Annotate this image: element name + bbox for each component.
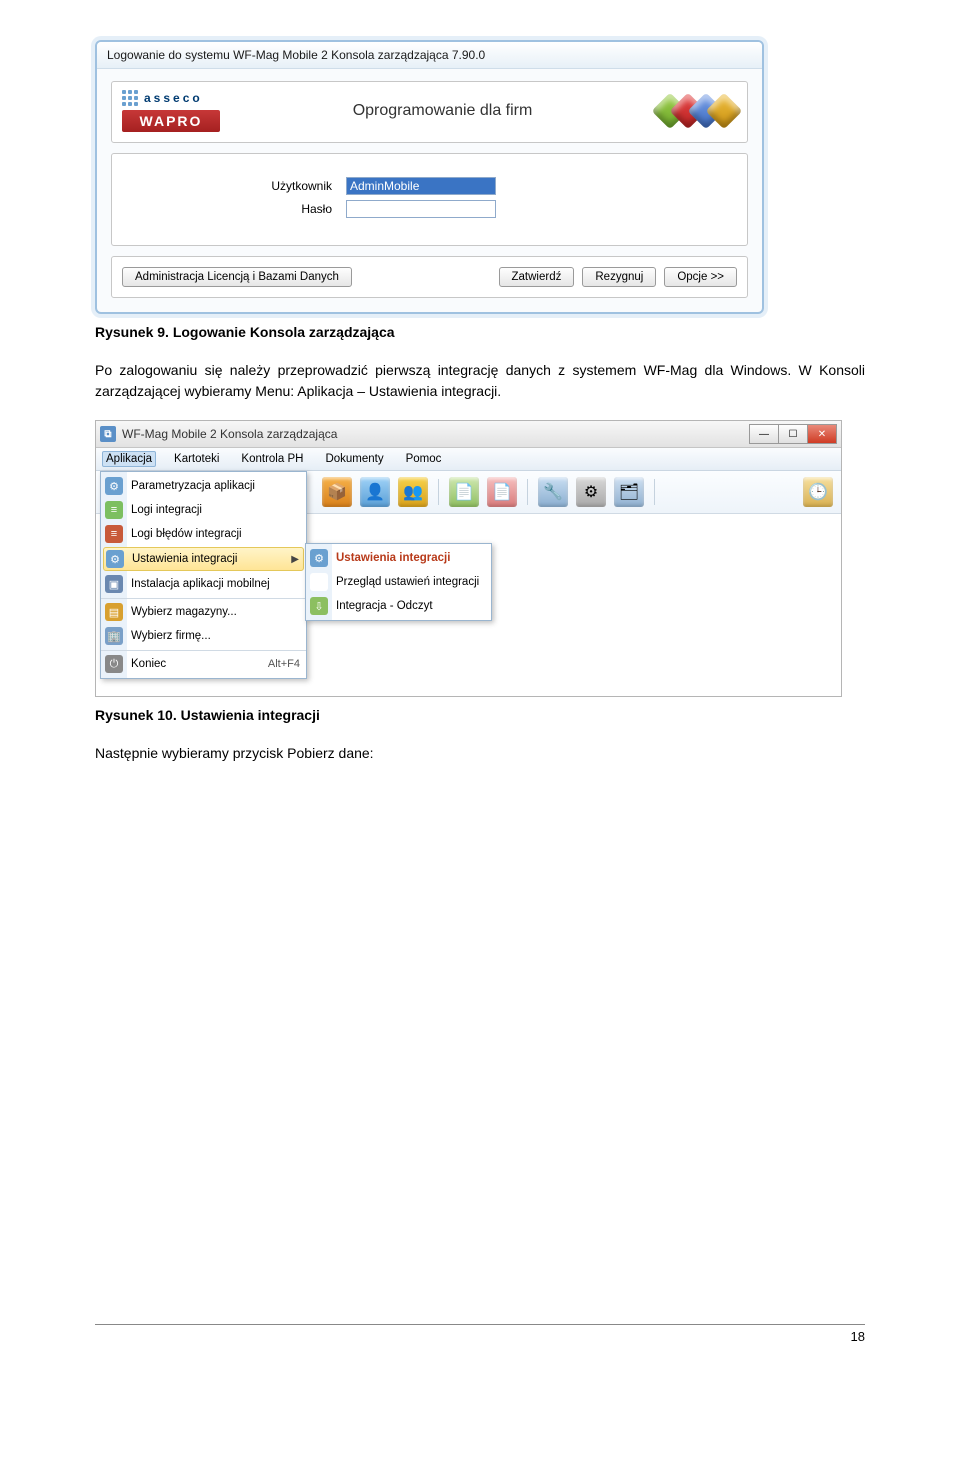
toolbar-icon[interactable]: ⚙ bbox=[576, 477, 606, 507]
company-icon: 🏢 bbox=[105, 627, 123, 645]
options-button[interactable]: Opcje >> bbox=[664, 267, 737, 287]
menu-item-koniec[interactable]: ⏻ Koniec Alt+F4 bbox=[101, 650, 306, 676]
menu-item-wybierz-magazyny[interactable]: ▤ Wybierz magazyny... bbox=[101, 598, 306, 624]
page-footer: 18 bbox=[95, 1324, 865, 1344]
admin-db-button[interactable]: Administracja Licencją i Bazami Danych bbox=[122, 267, 352, 287]
toolbar-icon[interactable]: 👥 bbox=[398, 477, 428, 507]
menu-item-logi-integracji[interactable]: ≡ Logi integracji bbox=[101, 498, 306, 522]
password-label: Hasło bbox=[132, 202, 346, 216]
app-icon: ⧉ bbox=[100, 426, 116, 442]
gear-icon: ⚙ bbox=[105, 477, 123, 495]
page-number: 18 bbox=[851, 1329, 865, 1344]
log-icon: ≡ bbox=[105, 501, 123, 519]
figure-caption-9: Rysunek 9. Logowanie Konsola zarządzając… bbox=[95, 324, 865, 340]
login-titlebar: Logowanie do systemu WF-Mag Mobile 2 Kon… bbox=[97, 42, 762, 69]
login-dialog-screenshot: Logowanie do systemu WF-Mag Mobile 2 Kon… bbox=[95, 40, 764, 314]
close-button[interactable]: ✕ bbox=[808, 424, 837, 444]
wapro-logo: WAPRO bbox=[122, 110, 220, 132]
console-titlebar: ⧉ WF-Mag Mobile 2 Konsola zarządzająca —… bbox=[96, 421, 841, 448]
console-title: WF-Mag Mobile 2 Konsola zarządzająca bbox=[122, 427, 749, 441]
console-screenshot: ⧉ WF-Mag Mobile 2 Konsola zarządzająca —… bbox=[95, 420, 842, 697]
toolbar-icon[interactable]: 🕒 bbox=[803, 477, 833, 507]
login-banner: asseco WAPRO Oprogramowanie dla firm bbox=[111, 81, 748, 143]
toolbar-icon[interactable]: 🗂 bbox=[614, 477, 644, 507]
console-menubar: Aplikacja Kartoteki Kontrola PH Dokument… bbox=[96, 448, 841, 471]
toolbar-icon[interactable]: 🔧 bbox=[538, 477, 568, 507]
submenu-item-odczyt[interactable]: ⇩ Integracja - Odczyt bbox=[306, 594, 491, 618]
login-button-bar: Administracja Licencją i Bazami Danych Z… bbox=[111, 256, 748, 298]
user-label: Użytkownik bbox=[132, 179, 346, 193]
menu-pomoc[interactable]: Pomoc bbox=[402, 451, 446, 467]
login-form: Użytkownik Hasło bbox=[111, 153, 748, 246]
submenu-title: ⚙ Ustawienia integracji bbox=[306, 546, 491, 570]
brand-block: asseco WAPRO bbox=[122, 90, 220, 132]
ustawienia-integracji-submenu: ⚙ Ustawienia integracji Przegląd ustawie… bbox=[305, 543, 492, 621]
read-icon: ⇩ bbox=[310, 597, 328, 615]
minimize-button[interactable]: — bbox=[749, 424, 779, 444]
menu-kartoteki[interactable]: Kartoteki bbox=[170, 451, 223, 467]
banner-tagline: Oprogramowanie dla firm bbox=[250, 102, 635, 120]
maximize-button[interactable]: ☐ bbox=[779, 424, 808, 444]
toolbar-icon[interactable]: 👤 bbox=[360, 477, 390, 507]
password-input[interactable] bbox=[346, 200, 496, 218]
confirm-button[interactable]: Zatwierdź bbox=[499, 267, 575, 287]
figure-caption-10: Rysunek 10. Ustawienia integracji bbox=[95, 707, 865, 723]
user-input[interactable] bbox=[346, 177, 496, 195]
install-icon: ▣ bbox=[105, 575, 123, 593]
settings-icon: ⚙ bbox=[106, 550, 124, 568]
menu-item-ustawienia-integracji[interactable]: ⚙ Ustawienia integracji ▶ bbox=[103, 547, 304, 571]
settings-icon: ⚙ bbox=[310, 549, 328, 567]
cancel-button[interactable]: Rezygnuj bbox=[582, 267, 656, 287]
menu-item-instalacja[interactable]: ▣ Instalacja aplikacji mobilnej bbox=[101, 572, 306, 596]
warehouse-icon: ▤ bbox=[105, 603, 123, 621]
aplikacja-dropdown: ⚙ Parametryzacja aplikacji ≡ Logi integr… bbox=[100, 471, 307, 679]
menu-dokumenty[interactable]: Dokumenty bbox=[321, 451, 387, 467]
menu-kontrola[interactable]: Kontrola PH bbox=[237, 451, 307, 467]
menu-item-parametryzacja[interactable]: ⚙ Parametryzacja aplikacji bbox=[101, 474, 306, 498]
toolbar-icon[interactable]: 📦 bbox=[322, 477, 352, 507]
error-log-icon: ≡ bbox=[105, 525, 123, 543]
paragraph-2: Następnie wybieramy przycisk Pobierz dan… bbox=[95, 743, 865, 764]
toolbar-icon[interactable]: 📄 bbox=[487, 477, 517, 507]
banner-cubes-icon bbox=[665, 98, 737, 124]
asseco-logo: asseco bbox=[122, 90, 220, 106]
submenu-item-przeglad[interactable]: Przegląd ustawień integracji bbox=[306, 570, 491, 594]
paragraph-1: Po zalogowaniu się należy przeprowadzić … bbox=[95, 360, 865, 402]
menu-aplikacja[interactable]: Aplikacja bbox=[102, 451, 156, 467]
menu-item-logi-bledow[interactable]: ≡ Logi błędów integracji bbox=[101, 522, 306, 546]
exit-icon: ⏻ bbox=[105, 655, 123, 673]
chevron-right-icon: ▶ bbox=[291, 554, 299, 565]
menu-item-wybierz-firme[interactable]: 🏢 Wybierz firmę... bbox=[101, 624, 306, 648]
toolbar-icon[interactable]: 📄 bbox=[449, 477, 479, 507]
